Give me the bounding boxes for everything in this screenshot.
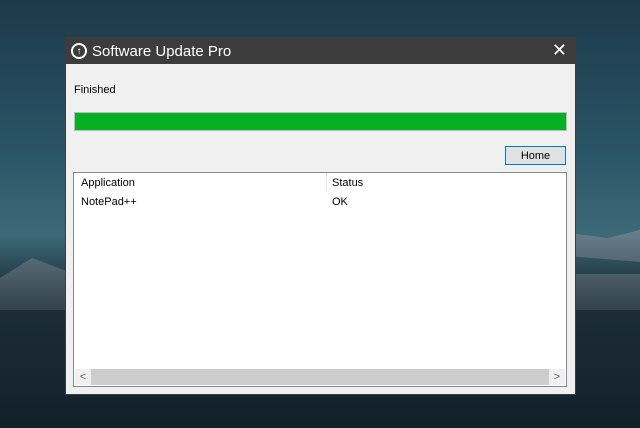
column-header-application[interactable]: Application	[74, 173, 327, 192]
app-update-icon: ↑	[71, 43, 87, 59]
table-row[interactable]: NotePad++ OK	[74, 192, 566, 211]
scroll-right-icon[interactable]: >	[549, 371, 565, 383]
progress-bar	[74, 112, 567, 131]
window-title: Software Update Pro	[92, 42, 232, 60]
cell-status: OK	[332, 195, 348, 208]
close-button[interactable]: ✕	[552, 40, 567, 61]
scroll-left-icon[interactable]: <	[75, 371, 91, 383]
results-list: Application Status NotePad++ OK < >	[73, 172, 567, 387]
scroll-thumb[interactable]	[91, 369, 549, 385]
horizontal-scrollbar[interactable]: < >	[75, 369, 565, 385]
home-button[interactable]: Home	[505, 146, 566, 165]
title-bar: ↑ Software Update Pro ✕	[66, 38, 575, 64]
list-header: Application Status	[74, 173, 566, 192]
cell-application: NotePad++	[81, 195, 137, 208]
column-header-status[interactable]: Status	[327, 177, 363, 189]
app-window: ↑ Software Update Pro ✕ Finished Home Ap…	[65, 37, 576, 395]
status-label: Finished	[74, 84, 116, 96]
progress-fill	[75, 113, 566, 130]
